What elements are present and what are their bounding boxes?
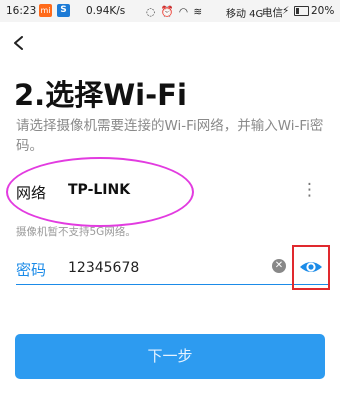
more-options-icon[interactable]: ⋮ [301,180,318,200]
clear-icon[interactable]: ✕ [272,259,286,273]
highlight-ellipse [6,157,194,227]
password-field[interactable]: 密码 12345678 ✕ [16,254,328,285]
carrier-label: 电信 [262,7,283,19]
battery-icon [294,6,309,16]
password-label: 密码 [16,261,47,279]
status-icons: ◌ ⏰ ◠ ≋ [146,6,204,18]
5g-unsupported-note: 摄像机暂不支持5G网络。 [16,226,136,238]
network-speed: 0.94K/s [86,5,126,17]
page-title: 2.选择Wi-Fi [14,78,187,112]
battery-percent: 20% [311,5,335,17]
s-icon: S [57,4,70,17]
mi-icon: mi [39,4,52,17]
back-arrow-icon[interactable] [12,36,26,50]
status-time: 16:23 [6,5,37,17]
page-description: 请选择摄像机需要连接的Wi-Fi网络，并输入Wi-Fi密码。 [16,118,324,154]
charging-icon: ⚡ [282,5,290,17]
status-bar: 16:23 mi S 0.94K/s ◌ ⏰ ◠ ≋ 移动 4G 电信 ⚡ 20… [0,0,340,22]
mobile-network-label: 移动 4G [226,9,264,20]
eye-icon[interactable] [298,258,324,276]
next-step-button[interactable]: 下一步 [15,334,325,379]
password-input[interactable]: 12345678 [68,260,139,276]
